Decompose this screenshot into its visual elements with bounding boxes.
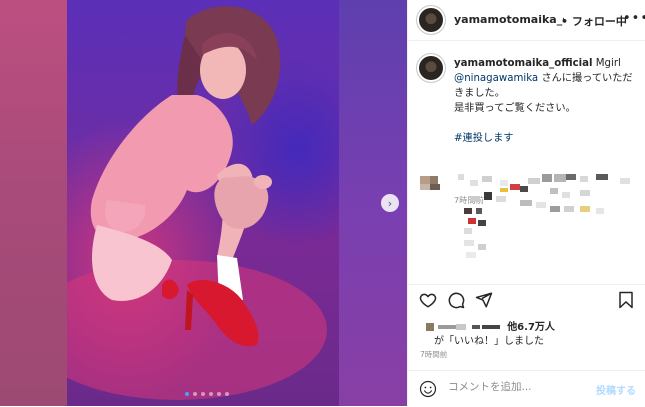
avatar[interactable] xyxy=(419,8,443,32)
post-sidebar: yamamotomaika_offi • フォロー中 ••• yamamotom… xyxy=(407,0,645,406)
carousel-dot xyxy=(225,392,229,396)
caption-body: yamamotomaika_official Mgirl @ninagawami… xyxy=(454,56,639,146)
comment-input[interactable] xyxy=(446,380,590,394)
previous-photo-peek xyxy=(0,0,67,406)
follow-dot: • xyxy=(561,15,569,28)
post-photo xyxy=(67,0,339,406)
photo-illustration xyxy=(67,6,327,400)
comment-form: 投稿する xyxy=(408,370,645,407)
carousel-dot xyxy=(209,392,213,396)
share-icon[interactable] xyxy=(475,291,493,309)
caption-text-3: 是非買ってご覧ください。 xyxy=(454,103,576,114)
carousel-dot xyxy=(201,392,205,396)
next-photo-button[interactable]: › xyxy=(381,194,399,212)
avatar[interactable] xyxy=(419,56,443,80)
carousel-indicator xyxy=(185,392,229,396)
post-photo-carousel[interactable]: › xyxy=(0,0,407,406)
post-actions xyxy=(408,284,645,315)
post-comment-button[interactable]: 投稿する xyxy=(596,382,636,397)
caption-username[interactable]: yamamotomaika_official xyxy=(454,58,592,69)
carousel-dot xyxy=(185,392,189,396)
comment-icon[interactable] xyxy=(447,291,465,309)
follow-status[interactable]: • フォロー中 xyxy=(561,13,627,29)
caption-text-1: Mgirl xyxy=(595,58,621,69)
mention-link[interactable]: @ninagawamika xyxy=(454,73,538,84)
next-arrow-icon: › xyxy=(387,196,393,210)
follow-button[interactable]: フォロー中 xyxy=(572,15,627,28)
heart-icon[interactable] xyxy=(419,291,437,309)
header-username[interactable]: yamamotomaika_offi xyxy=(454,13,564,26)
carousel-dot xyxy=(217,392,221,396)
more-icon[interactable]: ••• xyxy=(623,11,645,26)
bookmark-icon[interactable] xyxy=(617,291,635,309)
emoji-icon[interactable] xyxy=(419,380,437,398)
blurred-comments xyxy=(420,174,630,258)
post-header: yamamotomaika_offi • フォロー中 ••• xyxy=(408,0,645,41)
carousel-dot xyxy=(193,392,197,396)
hashtag-link[interactable]: #連投します xyxy=(454,133,513,144)
liker-names-blurred xyxy=(426,323,500,331)
likes-line: 他6.7万人 xyxy=(426,318,555,333)
likes-suffix: が「いいね！」しました xyxy=(434,336,544,347)
post-timestamp[interactable]: 7時間前 xyxy=(420,349,447,360)
